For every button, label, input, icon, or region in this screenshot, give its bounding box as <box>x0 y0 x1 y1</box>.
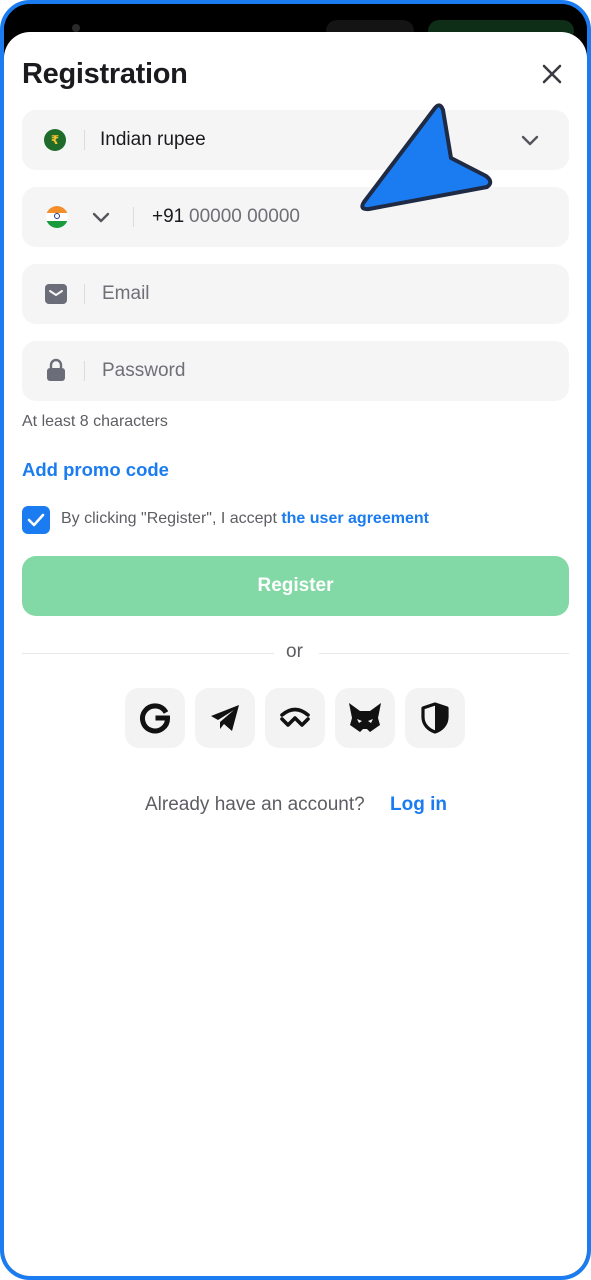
close-icon[interactable] <box>538 60 566 88</box>
divider <box>319 653 569 654</box>
checkmark-icon <box>27 513 45 527</box>
login-link[interactable]: Log in <box>390 794 447 816</box>
metamask-icon <box>349 703 381 732</box>
walletconnect-icon <box>280 707 310 727</box>
shield-icon <box>421 702 449 734</box>
register-button[interactable]: Register <box>22 556 569 616</box>
walletconnect-login-button[interactable] <box>265 688 325 748</box>
telegram-icon <box>211 705 239 731</box>
country-code: +91 <box>152 206 185 227</box>
agreement-text: By clicking "Register", I accept the use… <box>61 510 429 528</box>
email-placeholder: Email <box>102 283 150 304</box>
currency-label: Indian rupee <box>100 129 206 150</box>
divider <box>133 207 134 227</box>
pointer-arrow-icon <box>360 103 493 212</box>
divider <box>22 653 274 654</box>
google-login-button[interactable] <box>125 688 185 748</box>
google-icon <box>140 703 171 734</box>
page-title: Registration <box>22 58 188 90</box>
password-placeholder: Password <box>102 360 186 381</box>
chevron-down-icon[interactable] <box>90 206 112 228</box>
email-field[interactable]: Email <box>22 264 569 324</box>
registration-sheet: Registration ₹ Indian rupee +91 00000 00… <box>4 32 587 1276</box>
rupee-icon: ₹ <box>44 129 66 151</box>
shield-login-button[interactable] <box>405 688 465 748</box>
phone-frame: Registration ₹ Indian rupee +91 00000 00… <box>0 0 591 1280</box>
india-flag-icon <box>46 206 68 228</box>
password-hint: At least 8 characters <box>22 413 168 430</box>
divider <box>84 284 85 304</box>
lock-icon <box>47 358 65 381</box>
envelope-icon <box>45 284 67 304</box>
password-field[interactable]: Password <box>22 341 569 401</box>
user-agreement-link[interactable]: the user agreement <box>281 510 429 527</box>
or-divider-label: or <box>286 641 303 662</box>
camera-dot <box>72 24 80 32</box>
agreement-label: By clicking "Register", I accept <box>61 510 282 527</box>
have-account-text: Already have an account? <box>145 794 365 815</box>
agreement-checkbox[interactable] <box>22 506 50 534</box>
metamask-login-button[interactable] <box>335 688 395 748</box>
divider <box>84 130 85 150</box>
divider <box>84 361 85 381</box>
add-promo-code-link[interactable]: Add promo code <box>22 459 169 481</box>
telegram-login-button[interactable] <box>195 688 255 748</box>
chevron-down-icon <box>521 135 539 146</box>
